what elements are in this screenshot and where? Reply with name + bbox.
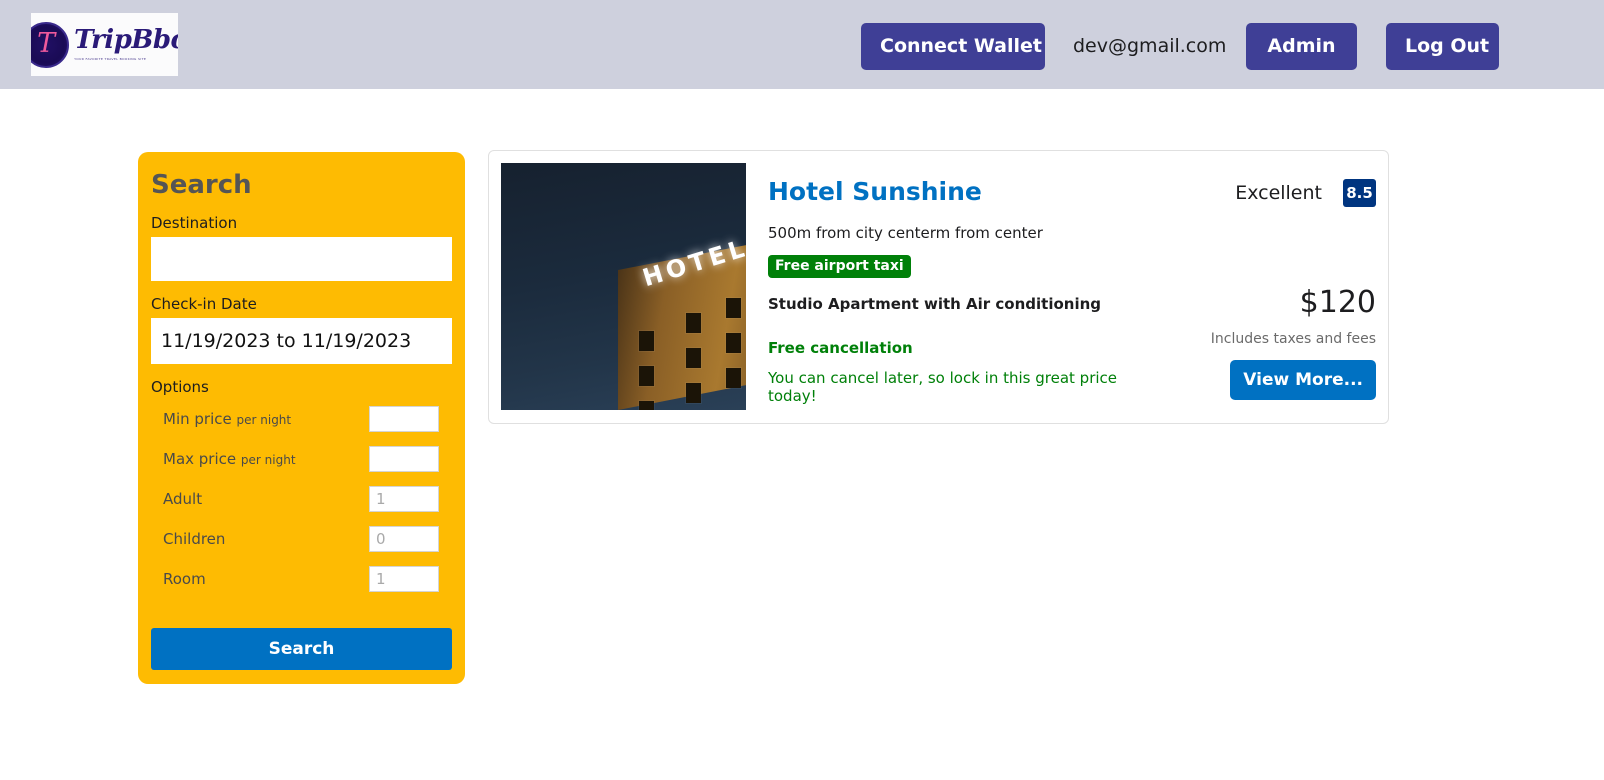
logo-tagline: YOUR FAVORITE TRAVEL BOOKING SITE — [74, 56, 147, 61]
hotel-result-card[interactable]: HOTEL Hotel Sunshine 500m from city cent… — [488, 150, 1389, 424]
room-input[interactable] — [369, 565, 439, 592]
destination-input[interactable] — [151, 236, 452, 281]
option-label-children: Children — [163, 529, 226, 548]
children-input[interactable] — [369, 525, 439, 552]
price-amount: $120 — [1299, 285, 1376, 320]
photo-window — [686, 348, 701, 368]
logo-circle-icon: T — [31, 21, 70, 68]
option-label-adult: Adult — [163, 489, 203, 508]
option-label-max-price: Max price per night — [163, 449, 296, 468]
photo-window — [639, 366, 654, 386]
max-price-input[interactable] — [369, 445, 439, 472]
hotel-rating-price-column: Excellent 8.5 $120 Includes taxes and fe… — [1161, 163, 1376, 411]
photo-window — [639, 331, 654, 351]
connect-wallet-button[interactable]: Connect Wallet — [861, 23, 1045, 70]
free-airport-taxi-badge: Free airport taxi — [768, 254, 911, 278]
option-row-min-price: Min price per night — [151, 405, 452, 432]
user-email-label: dev@gmail.com — [1073, 35, 1227, 57]
free-cancellation-description: You can cancel later, so lock in this gr… — [768, 368, 1118, 405]
photo-window — [686, 383, 701, 403]
search-panel-title: Search — [151, 170, 252, 200]
brand-logo[interactable]: T TripBbc YOUR FAVORITE TRAVEL BOOKING S… — [31, 13, 178, 76]
rating-text-label: Excellent — [1235, 182, 1322, 204]
logo-wordmark: TripBbc YOUR FAVORITE TRAVEL BOOKING SIT… — [74, 27, 178, 61]
view-more-button[interactable]: View More... — [1230, 360, 1376, 400]
photo-window — [726, 333, 741, 353]
price-block: $120 Includes taxes and fees View More..… — [1161, 288, 1376, 400]
admin-button[interactable]: Admin — [1246, 23, 1357, 70]
checkin-date-input[interactable] — [151, 317, 452, 364]
options-label: Options — [151, 377, 209, 396]
logo-inner: T TripBbc YOUR FAVORITE TRAVEL BOOKING S… — [31, 21, 178, 68]
min-price-input[interactable] — [369, 405, 439, 432]
adult-input[interactable] — [369, 485, 439, 512]
search-panel: Search Destination Check-in Date Options… — [138, 152, 465, 684]
hotel-distance-label: 500m from city centerm from center — [768, 223, 1043, 242]
price-note-label: Includes taxes and fees — [1210, 331, 1376, 347]
hotel-name-link[interactable]: Hotel Sunshine — [768, 178, 1161, 206]
photo-window — [726, 298, 741, 318]
photo-window — [639, 401, 654, 410]
free-cancellation-title: Free cancellation — [768, 338, 913, 357]
hotel-thumbnail-image[interactable]: HOTEL — [501, 163, 746, 410]
option-row-room: Room — [151, 565, 452, 592]
rating-score-badge: 8.5 — [1343, 179, 1376, 207]
logo-letter: T — [37, 28, 56, 59]
hotel-room-type-label: Studio Apartment with Air conditioning — [768, 294, 1102, 313]
rating-row: Excellent 8.5 — [1235, 179, 1376, 207]
destination-label: Destination — [151, 213, 238, 232]
option-row-adult: Adult — [151, 485, 452, 512]
logout-button[interactable]: Log Out — [1386, 23, 1499, 70]
checkin-label: Check-in Date — [151, 294, 257, 313]
logo-brand-name: TripBbc — [74, 24, 178, 55]
option-label-room: Room — [163, 569, 206, 588]
hotel-details: Hotel Sunshine 500m from city centerm fr… — [746, 163, 1161, 411]
photo-window — [726, 368, 741, 388]
photo-window — [686, 313, 701, 333]
top-navbar: T TripBbc YOUR FAVORITE TRAVEL BOOKING S… — [0, 0, 1604, 89]
option-row-max-price: Max price per night — [151, 445, 452, 472]
option-row-children: Children — [151, 525, 452, 552]
search-submit-button[interactable]: Search — [151, 628, 452, 670]
option-label-min-price: Min price per night — [163, 409, 292, 428]
